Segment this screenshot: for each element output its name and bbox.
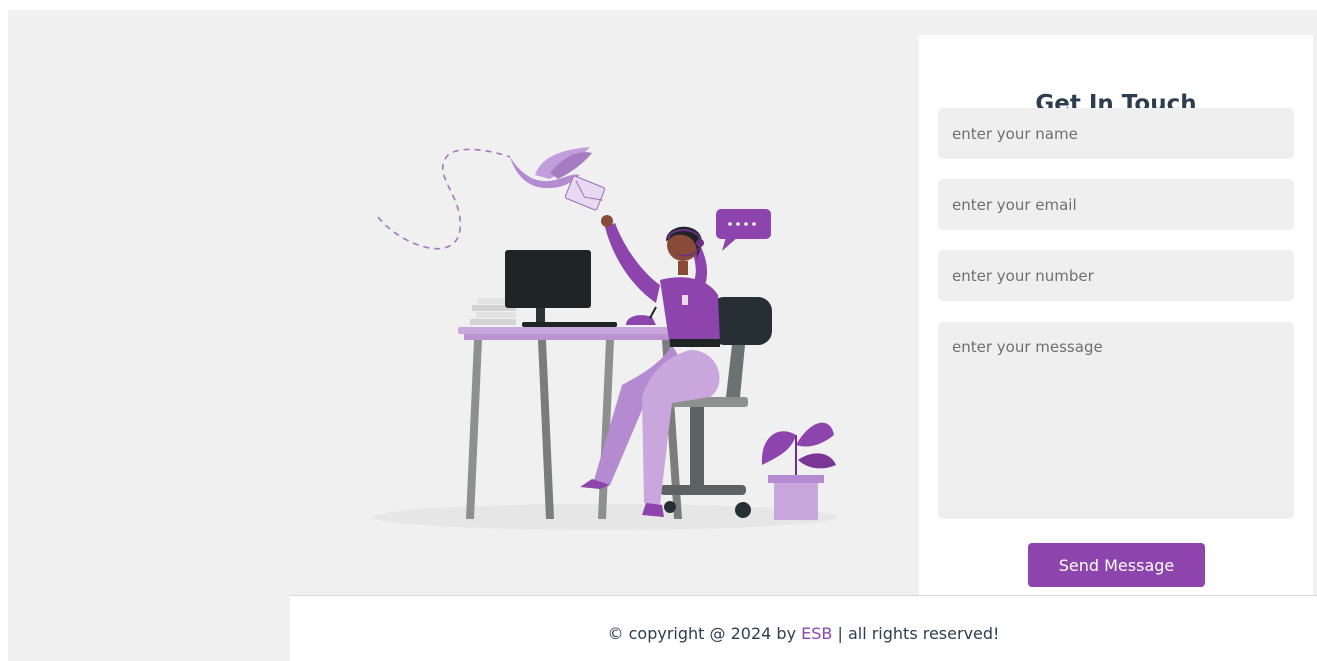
footer: © copyright @ 2024 by ESB | all rights r… [290,595,1317,661]
desk-phone-icon [626,306,657,325]
number-input[interactable] [938,250,1294,301]
page: Get In Touch Send Message © copyright @ … [0,0,1317,661]
contact-form: Get In Touch Send Message [919,35,1313,596]
message-textarea[interactable] [938,322,1294,519]
customer-support-illustration [360,135,850,540]
name-input[interactable] [938,108,1294,159]
brand-name: ESB [801,624,833,643]
send-message-button[interactable]: Send Message [1028,543,1205,587]
copyright-text: © copyright @ 2024 by ESB | all rights r… [290,624,1317,643]
monitor-icon [505,250,617,327]
flight-path [377,148,511,250]
email-input[interactable] [938,179,1294,230]
copyright-prefix: © copyright @ 2024 by [607,624,802,643]
chat-bubble-icon [716,209,771,251]
plant-icon [761,422,836,520]
copyright-suffix: | all rights reserved! [832,624,1000,643]
